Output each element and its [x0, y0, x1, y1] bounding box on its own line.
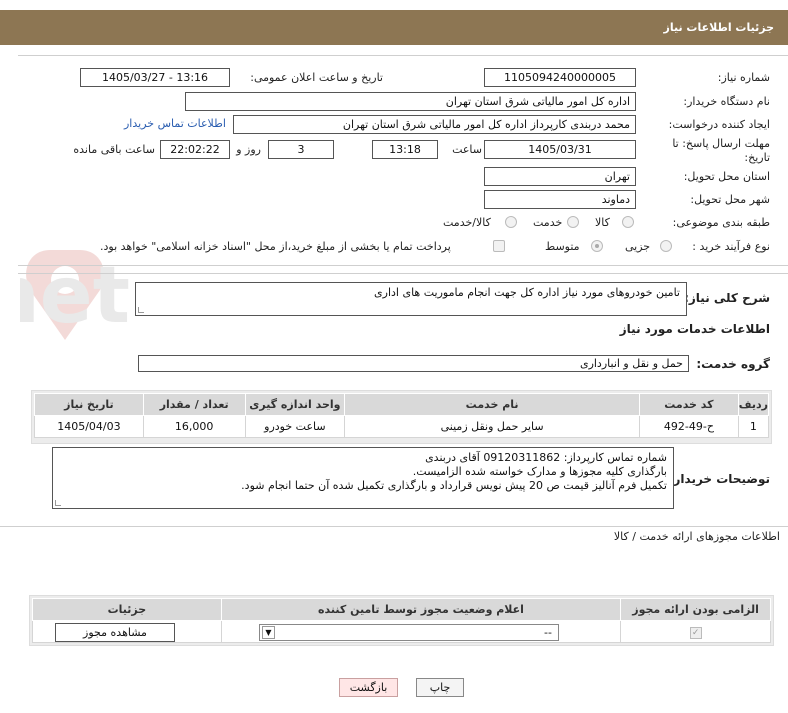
buyer-notes-textarea[interactable]: شماره تماس کارپرداز: 09120311862 آقای در…: [52, 447, 674, 509]
days-label: روز و: [236, 143, 261, 156]
summary-label: شرح کلی نیاز:: [684, 291, 770, 305]
cell-service-code: ح-49-492: [639, 415, 739, 438]
province-field: تهران: [484, 167, 636, 186]
treasury-payment-checkbox[interactable]: [493, 240, 505, 252]
buyer-notes-label: توضیحات خریدار:: [668, 472, 770, 486]
permit-status-value: --: [544, 626, 552, 639]
buyer-notes-line: شماره تماس کارپرداز: 09120311862 آقای در…: [425, 451, 667, 464]
col-row-number: ردیف: [737, 393, 770, 416]
category-service-label: خدمت: [533, 216, 563, 229]
col-need-date: تاریخ نیاز: [34, 393, 144, 416]
view-permit-button[interactable]: مشاهده مجوز: [55, 623, 175, 642]
resize-grip-icon[interactable]: [55, 500, 61, 506]
deadline-time-field: 13:18: [372, 140, 438, 159]
buyer-org-field: اداره کل امور مالیاتی شرق استان تهران: [185, 92, 636, 111]
days-field: 3: [268, 140, 334, 159]
col-permit-details: جزئیات: [32, 598, 222, 621]
buyer-org-label: نام دستگاه خریدار:: [683, 95, 770, 108]
remaining-label: ساعت باقی مانده: [73, 143, 155, 156]
process-medium-label: متوسط: [545, 240, 580, 253]
need-number-label: شماره نیاز:: [717, 71, 770, 84]
permit-required-checkbox: ✓: [689, 626, 702, 639]
buyer-notes-line: بارگذاری کلیه مجوزها و مدارک خواسته شده …: [412, 465, 667, 478]
summary-text: تامین خودروهای مورد نیاز اداره کل جهت ان…: [374, 286, 680, 299]
need-number-field: 1105094240000005: [484, 68, 636, 87]
page-header: جزئیات اطلاعات نیاز: [0, 10, 788, 45]
table-row: 1 ح-49-492 سایر حمل ونقل زمینی ساعت خودر…: [34, 415, 770, 438]
deadline-time-label: ساعت: [452, 143, 482, 156]
back-button[interactable]: بازگشت: [339, 678, 398, 697]
cell-unit: ساعت خودرو: [244, 415, 346, 438]
col-unit: واحد اندازه گیری: [244, 393, 346, 416]
province-label: استان محل تحویل:: [683, 170, 770, 183]
cell-row-number: 1: [737, 415, 770, 438]
city-field: دماوند: [484, 190, 636, 209]
permits-divider: [0, 526, 788, 527]
category-both-label: کالا/خدمت: [443, 216, 491, 229]
creator-field: محمد دربندی کارپرداز اداره کل امور مالیا…: [233, 115, 636, 134]
summary-textarea[interactable]: تامین خودروهای مورد نیاز اداره کل جهت ان…: [135, 282, 687, 316]
deadline-date-field: 1405/03/31: [484, 140, 636, 159]
category-both-radio[interactable]: [505, 216, 517, 228]
col-permit-required: الزامی بودن ارائه مجوز: [620, 598, 771, 621]
col-quantity: تعداد / مقدار: [142, 393, 246, 416]
process-medium-radio[interactable]: [591, 240, 603, 252]
col-service-name: نام خدمت: [344, 393, 641, 416]
process-label: نوع فرآیند خرید :: [692, 240, 770, 253]
print-button[interactable]: چاپ: [416, 678, 464, 697]
category-label: طبقه بندی موضوعی:: [672, 216, 770, 229]
deadline-label: مهلت ارسال پاسخ: تا تاریخ:: [672, 137, 770, 164]
permit-status-select[interactable]: -- ▼: [259, 624, 559, 641]
buyer-notes-line: تکمیل فرم آنالیز قیمت ص 20 پیش نویس قرار…: [241, 479, 667, 492]
cell-service-name: سایر حمل ونقل زمینی: [344, 415, 641, 438]
resize-grip-icon[interactable]: [138, 307, 144, 313]
category-goods-label: کالا: [595, 216, 610, 229]
chevron-down-icon[interactable]: ▼: [262, 626, 275, 639]
announce-datetime-field: 1405/03/27 - 13:16: [80, 68, 230, 87]
services-table: ردیف کد خدمت نام خدمت واحد اندازه گیری ت…: [34, 393, 770, 438]
remaining-time-field: 22:02:22: [160, 140, 230, 159]
col-permit-status: اعلام وضعیت مجوز توسط تامین کننده: [220, 598, 622, 621]
category-goods-radio[interactable]: [622, 216, 634, 228]
creator-label: ایجاد کننده درخواست:: [668, 118, 770, 131]
cell-permit-required: ✓: [620, 620, 771, 643]
page-title: جزئیات اطلاعات نیاز: [663, 21, 775, 34]
category-service-radio[interactable]: [567, 216, 579, 228]
services-title: اطلاعات خدمات مورد نیاز: [619, 322, 770, 336]
service-group-field: حمل و نقل و انبارداری: [138, 355, 689, 372]
permits-title: اطلاعات مجوزهای ارائه خدمت / کالا: [613, 530, 780, 543]
col-service-code: کد خدمت: [639, 393, 739, 416]
service-group-label: گروه خدمت:: [696, 357, 770, 371]
treasury-payment-note: پرداخت تمام یا بخشی از مبلغ خرید،از محل …: [100, 240, 451, 253]
buyer-contact-link[interactable]: اطلاعات تماس خریدار: [124, 117, 226, 130]
city-label: شهر محل تحویل:: [690, 193, 770, 206]
cell-quantity: 16,000: [142, 415, 246, 438]
process-minor-radio[interactable]: [660, 240, 672, 252]
process-minor-label: جزیی: [625, 240, 651, 253]
cell-need-date: 1405/04/03: [34, 415, 144, 438]
announce-datetime-label: تاریخ و ساعت اعلان عمومی:: [250, 71, 383, 84]
